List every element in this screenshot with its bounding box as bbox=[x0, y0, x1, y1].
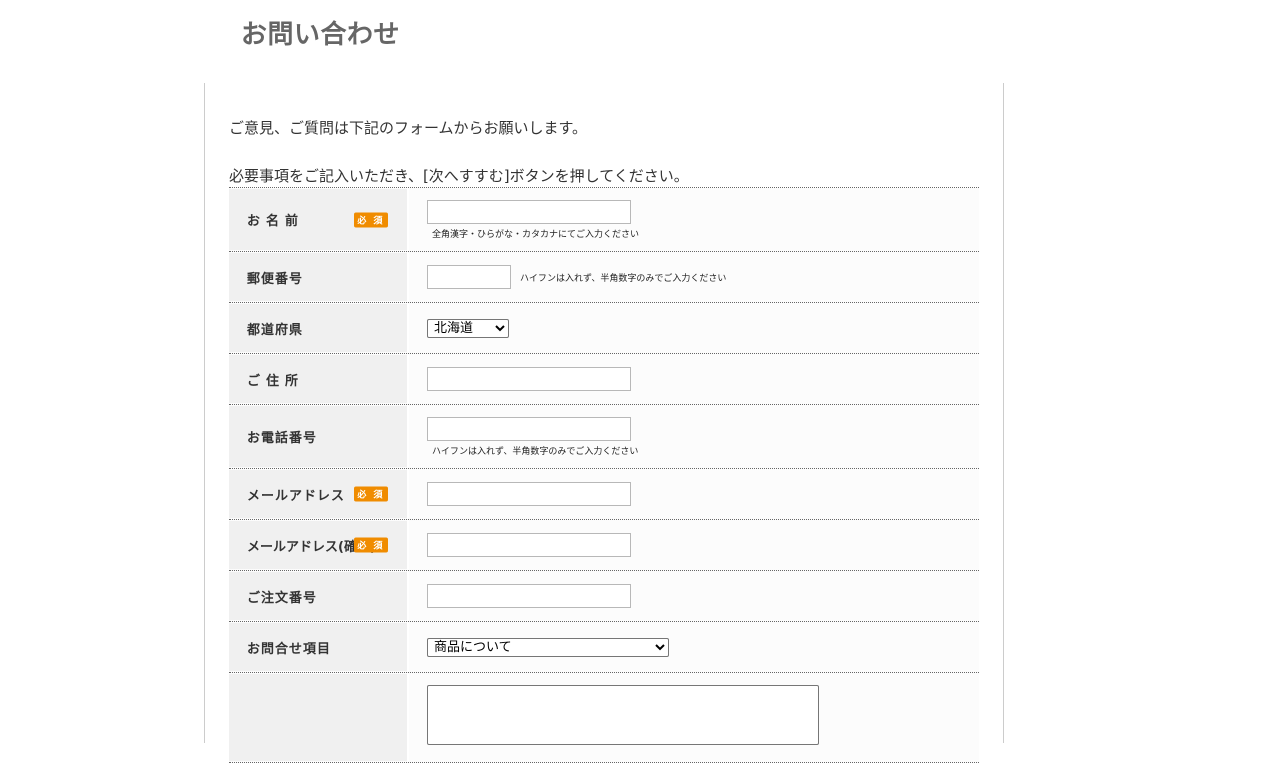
order-number-label: ご注文番号 bbox=[247, 590, 318, 606]
prefecture-label: 都道府県 bbox=[247, 322, 304, 338]
label-cell-email: メールアドレス 必 須 bbox=[229, 470, 407, 518]
field-cell-email-confirm bbox=[409, 521, 979, 569]
address-label: ご住所 bbox=[247, 373, 305, 389]
page-title: お問い合わせ bbox=[241, 20, 401, 50]
phone-label: お電話番号 bbox=[247, 431, 318, 446]
field-cell-phone: ハイフンは入れず、半角数字のみでご入力ください bbox=[409, 406, 979, 467]
address-input[interactable] bbox=[427, 367, 631, 391]
prefecture-select[interactable]: 北海道 bbox=[427, 318, 509, 338]
form-row-address: ご住所 bbox=[229, 354, 979, 405]
label-cell-prefecture: 都道府県 bbox=[229, 304, 407, 352]
name-input[interactable] bbox=[427, 199, 631, 224]
form-row-email-confirm: メールアドレス(確認) 必 須 bbox=[229, 520, 979, 571]
form-row-postal: 郵便番号 ハイフンは入れず、半角数字のみでご入力ください bbox=[229, 252, 979, 303]
name-note: 全角漢字・ひらがな・カタカナにてご入力ください bbox=[432, 229, 640, 240]
field-cell-message bbox=[409, 674, 979, 761]
required-badge: 必 須 bbox=[354, 212, 388, 227]
field-cell-email bbox=[409, 470, 979, 518]
field-cell-name: 全角漢字・ひらがな・カタカナにてご入力ください bbox=[409, 189, 979, 250]
email-label: メールアドレス bbox=[247, 488, 346, 504]
phone-note: ハイフンは入れず、半角数字のみでご入力ください bbox=[432, 446, 639, 457]
form-row-email: メールアドレス 必 須 bbox=[229, 469, 979, 520]
postal-code-input[interactable] bbox=[427, 265, 511, 289]
label-cell-order-number: ご注文番号 bbox=[229, 572, 407, 620]
intro-text-2: 必要事項をご記入いただき、[次へすすむ]ボタンを押してください。 bbox=[229, 167, 689, 185]
label-cell-email-confirm: メールアドレス(確認) 必 須 bbox=[229, 521, 407, 569]
postal-label: 郵便番号 bbox=[247, 271, 304, 287]
form-row-inquiry-type: お問合せ項目 商品について bbox=[229, 622, 979, 673]
label-cell-inquiry-type: お問合せ項目 bbox=[229, 623, 407, 671]
form-row-order-number: ご注文番号 bbox=[229, 571, 979, 622]
form-row-message bbox=[229, 673, 979, 763]
field-cell-postal: ハイフンは入れず、半角数字のみでご入力ください bbox=[409, 253, 979, 301]
email-input[interactable] bbox=[427, 482, 631, 506]
phone-input[interactable] bbox=[427, 416, 631, 441]
field-cell-address bbox=[409, 355, 979, 403]
intro-text-1: ご意見、ご質問は下記のフォームからお願いします。 bbox=[229, 119, 588, 137]
order-number-input[interactable] bbox=[427, 584, 631, 608]
label-cell-address: ご住所 bbox=[229, 355, 407, 403]
form-container: ご意見、ご質問は下記のフォームからお願いします。 必要事項をご記入いただき、[次… bbox=[204, 83, 1004, 763]
field-cell-prefecture: 北海道 bbox=[409, 304, 979, 352]
label-cell-phone: お電話番号 bbox=[229, 406, 407, 467]
field-cell-inquiry-type: 商品について bbox=[409, 623, 979, 671]
label-cell-name: お名前 必 須 bbox=[229, 189, 407, 250]
form-row-name: お名前 必 須 全角漢字・ひらがな・カタカナにてご入力ください bbox=[229, 188, 979, 252]
label-cell-message bbox=[229, 674, 407, 761]
email-confirm-input[interactable] bbox=[427, 533, 631, 557]
inquiry-type-select[interactable]: 商品について bbox=[427, 637, 669, 657]
name-label: お名前 bbox=[247, 214, 305, 229]
label-cell-postal: 郵便番号 bbox=[229, 253, 407, 301]
postal-note: ハイフンは入れず、半角数字のみでご入力ください bbox=[520, 273, 727, 284]
form-row-phone: お電話番号 ハイフンは入れず、半角数字のみでご入力ください bbox=[229, 405, 979, 469]
form-row-prefecture: 都道府県 北海道 bbox=[229, 303, 979, 354]
required-badge: 必 須 bbox=[354, 486, 388, 502]
message-textarea[interactable] bbox=[427, 685, 819, 745]
field-cell-order-number bbox=[409, 572, 979, 620]
required-badge: 必 須 bbox=[354, 537, 388, 553]
contact-form-table: お名前 必 須 全角漢字・ひらがな・カタカナにてご入力ください 郵便番号 ハイフ… bbox=[229, 187, 979, 763]
inquiry-type-label: お問合せ項目 bbox=[247, 641, 332, 657]
